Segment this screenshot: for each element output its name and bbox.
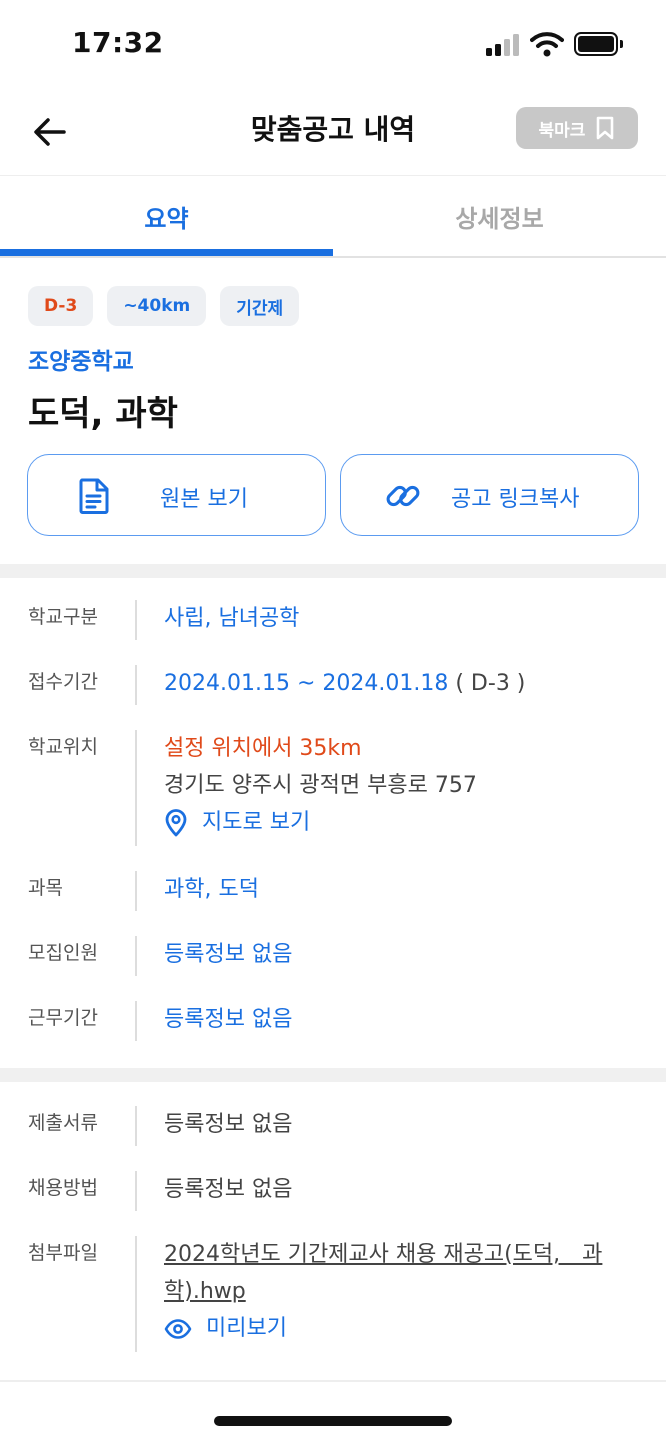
location-distance: 설정 위치에서 35km (164, 736, 362, 761)
bookmark-button[interactable]: 북마크 (516, 107, 638, 149)
tab-detail-info[interactable]: 상세정보 (333, 176, 666, 256)
info-row-recruit: 모집인원 등록정보 없음 (0, 936, 666, 976)
row-label: 근무기간 (28, 1007, 98, 1029)
row-label: 제출서류 (28, 1112, 98, 1134)
attachment-file-link-cont[interactable]: 학).hwp (164, 1273, 602, 1310)
row-label: 모집인원 (28, 942, 98, 964)
cellular-signal-icon (486, 34, 520, 56)
employment-type-badge: 기간제 (220, 286, 300, 326)
row-value: 등록정보 없음 (164, 1007, 293, 1032)
bottom-divider (0, 1380, 666, 1382)
row-value: 과학, 도덕 (164, 877, 259, 902)
preview-link[interactable]: 미리보기 (164, 1310, 602, 1347)
row-value: 사립, 남녀공학 (164, 606, 300, 631)
home-indicator[interactable] (214, 1416, 452, 1426)
copy-link-button[interactable]: 공고 링크복사 (340, 454, 639, 536)
row-label: 채용방법 (28, 1177, 98, 1199)
row-label: 학교위치 (28, 736, 98, 758)
info-row-documents: 제출서류 등록정보 없음 (0, 1106, 666, 1146)
location-address: 경기도 양주시 광적면 부흥로 757 (164, 773, 477, 798)
preview-label: 미리보기 (206, 1316, 287, 1341)
tab-bar: 요약 상세정보 (0, 176, 666, 258)
status-time: 17:32 (72, 26, 164, 59)
bookmark-icon (597, 116, 614, 140)
link-icon (386, 485, 420, 507)
info-row-period: 접수기간 2024.01.15 ~ 2024.01.18 ( D-3 ) (0, 665, 666, 705)
section-divider (0, 564, 666, 578)
eye-icon (164, 1318, 192, 1339)
info-row-subject: 과목 과학, 도덕 (0, 871, 666, 911)
row-value: 등록정보 없음 (164, 1177, 293, 1202)
row-label: 접수기간 (28, 671, 98, 693)
info-row-school-type: 학교구분 사립, 남녀공학 (0, 600, 666, 640)
view-map-link[interactable]: 지도로 보기 (164, 804, 477, 841)
active-tab-indicator (0, 249, 333, 256)
section-divider (0, 1068, 666, 1082)
status-bar: 17:32 (0, 0, 666, 88)
view-original-label: 원본 보기 (160, 487, 248, 512)
row-label: 학교구분 (28, 606, 98, 628)
view-original-button[interactable]: 원본 보기 (27, 454, 326, 536)
period-value: 2024.01.15 ~ 2024.01.18 (164, 671, 449, 696)
info-row-method: 채용방법 등록정보 없음 (0, 1171, 666, 1211)
tab-summary[interactable]: 요약 (0, 176, 333, 256)
battery-icon (574, 32, 623, 56)
school-name: 조양중학교 (28, 349, 134, 375)
distance-badge: ~40km (107, 286, 207, 326)
dday-badge: D-3 (28, 286, 94, 326)
view-map-label: 지도로 보기 (202, 810, 311, 835)
row-value: 등록정보 없음 (164, 942, 293, 967)
info-row-work-period: 근무기간 등록정보 없음 (0, 1001, 666, 1041)
row-value: 등록정보 없음 (164, 1112, 293, 1137)
subjects-title: 도덕, 과학 (28, 394, 178, 434)
location-pin-icon (165, 808, 187, 836)
attachment-file-link[interactable]: 2024학년도 기간제교사 채용 재공고(도덕, 과 (164, 1236, 602, 1273)
app-header: 맞춤공고 내역 북마크 (0, 88, 666, 176)
bookmark-label: 북마크 (538, 120, 586, 141)
copy-link-label: 공고 링크복사 (451, 487, 580, 512)
document-icon (79, 478, 109, 514)
row-label: 첨부파일 (28, 1242, 98, 1264)
wifi-icon (530, 31, 564, 57)
period-dday: ( D-3 ) (455, 671, 526, 696)
info-row-location: 학교위치 설정 위치에서 35km 경기도 양주시 광적면 부흥로 757 지도… (0, 730, 666, 846)
row-label: 과목 (28, 877, 63, 899)
badge-group: D-3 ~40km 기간제 (28, 286, 300, 326)
info-row-attachment: 첨부파일 2024학년도 기간제교사 채용 재공고(도덕, 과 학).hwp 미… (0, 1236, 666, 1352)
